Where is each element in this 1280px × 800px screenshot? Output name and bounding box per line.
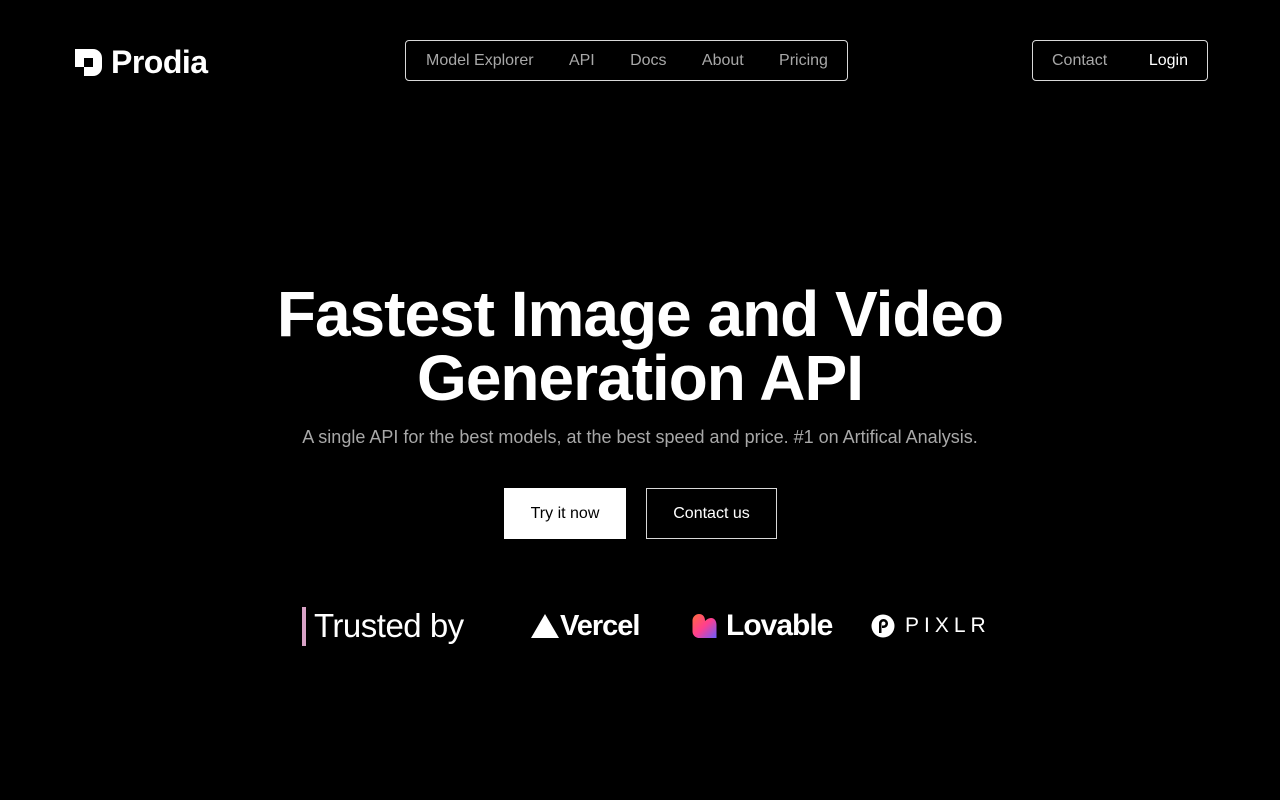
nav-link-about[interactable]: About [702,52,744,70]
nav-link-model-explorer[interactable]: Model Explorer [426,52,534,70]
brand-name-vercel: Vercel [560,609,640,642]
contact-link[interactable]: Contact [1052,52,1107,70]
contact-us-button[interactable]: Contact us [646,488,777,539]
hero-title-line-1: Fastest Image and Video [276,278,1004,350]
brand-vercel: Vercel [530,608,640,644]
pixlr-icon [871,614,895,638]
hero-title-line-2: Generation API [417,342,864,414]
vercel-triangle-icon [531,614,559,638]
brand-pixlr: PIXLR [871,608,991,644]
page: Prodia Model Explorer API Docs About Pri… [0,0,1280,800]
trusted-by-label: Trusted by [314,607,464,644]
logo-text: Prodia [111,44,208,80]
trusted-accent-bar [302,607,306,646]
nav-link-api[interactable]: API [569,52,595,70]
nav-link-pricing[interactable]: Pricing [779,52,828,70]
nav-link-docs[interactable]: Docs [630,52,666,70]
try-it-now-button[interactable]: Try it now [504,488,626,539]
prodia-logo-icon [75,48,102,76]
account-nav: Contact Login [1032,40,1208,81]
lovable-heart-icon [692,614,717,638]
brand-name-pixlr: PIXLR [905,614,991,637]
login-link[interactable]: Login [1149,52,1188,70]
prodia-logo[interactable]: Prodia [75,45,208,79]
brand-lovable: Lovable [692,608,833,644]
main-nav: Model Explorer API Docs About Pricing [405,40,848,81]
hero-subtitle: A single API for the best models, at the… [302,427,978,447]
brand-name-lovable: Lovable [726,609,833,642]
hero-title: Fastest Image and Video Generation API [0,282,1280,410]
